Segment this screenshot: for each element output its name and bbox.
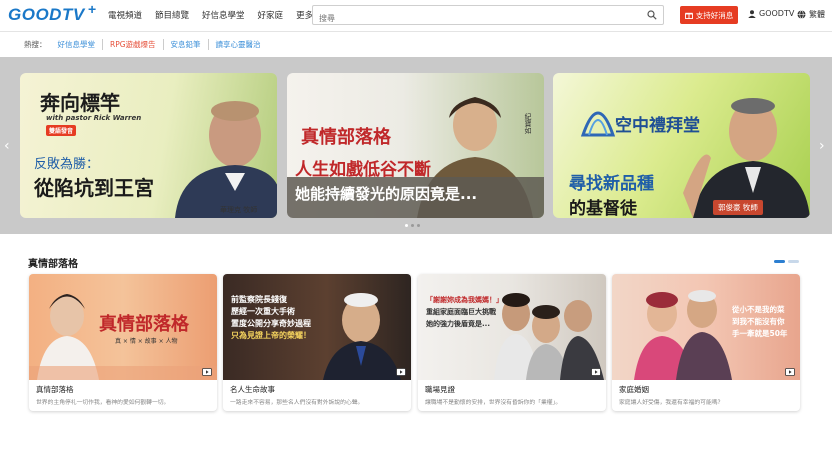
- top-header: GOODTV+ 電視頻道 節目總覽 好信息學堂 好家庭 更多 支持好消息 GOO…: [0, 0, 832, 32]
- support-label: 支持好消息: [695, 10, 734, 20]
- slide-logo-sub: with pastor Rick Warren: [46, 114, 142, 122]
- card-overlay-lines: 「謝謝妳成為我媽媽！」 重組家庭面臨巨大挑戰 她的強力後盾竟是...: [426, 294, 503, 330]
- search-input[interactable]: [313, 9, 633, 28]
- hot-link-healing[interactable]: 讀享心靈醫治: [209, 39, 268, 50]
- card-description: 世界的主角停礼一切作我，看神的愛如何觀轉一切。: [36, 400, 170, 406]
- language-switch[interactable]: 繁體: [797, 9, 825, 20]
- carousel-dot[interactable]: [405, 224, 408, 227]
- carousel-prev-icon[interactable]: ‹: [4, 138, 10, 154]
- search-box: [312, 5, 664, 28]
- section-title: 真情部落格: [28, 259, 78, 270]
- card-overlay-lines: 從小不是我的菜 到我不能沒有你 手一牽就是50年: [732, 304, 787, 340]
- slide-side-text: 紀寶如: [524, 113, 532, 134]
- overlay-line: 只為見證上帝的榮耀！: [231, 331, 311, 340]
- nav-item-school[interactable]: 好信息學堂: [202, 9, 245, 21]
- main-nav: 電視頻道 節目總覽 好信息學堂 好家庭 更多: [108, 9, 326, 21]
- video-icon: [396, 368, 406, 376]
- overlay-line: 到我不能沒有你: [732, 317, 785, 326]
- slide-line1: 反敗為勝：: [34, 157, 100, 172]
- hot-search-label: 熱搜：: [24, 40, 47, 49]
- card-thumbnail: 「謝謝妳成為我媽媽！」 重組家庭面臨巨大挑戰 她的強力後盾竟是...: [418, 274, 606, 380]
- slide-line2: 從陷坑到王宮: [34, 176, 154, 200]
- logo-text: GOODTV: [8, 5, 85, 24]
- hot-link-school[interactable]: 好信息學堂: [51, 39, 103, 50]
- overlay-line: 「謝謝妳成為我媽媽！」: [426, 296, 503, 304]
- slide-logo-title: 空中禮拜堂: [615, 116, 700, 136]
- slide-line2: 的基督徒: [569, 199, 637, 218]
- pager-dot[interactable]: [774, 260, 785, 263]
- program-card[interactable]: 「謝謝妳成為我媽媽！」 重組家庭面臨巨大挑戰 她的強力後盾竟是... 職場見證 …: [418, 274, 606, 411]
- gift-icon: [684, 12, 693, 19]
- carousel-dot[interactable]: [417, 224, 420, 227]
- program-card[interactable]: 前監察院長錢復 歷經一次重大手術 置度公開分享奇妙過程 只為見證上帝的榮耀！ 名…: [223, 274, 411, 411]
- hero-carousel: ‹ › 奔向標竿 with pastor Rick Warren 雙語發音 反敗…: [0, 57, 832, 234]
- slide-caption: 郭俊豪 牧師: [713, 200, 763, 215]
- bilingual-badge: 雙語發音: [46, 125, 77, 136]
- card-description: 讓職場不是勤懷的安排，世界沒有昏訴你的「業權」。: [425, 400, 562, 406]
- nav-item-family[interactable]: 好家庭: [258, 9, 284, 21]
- video-icon: [202, 368, 212, 376]
- card-title: 真情部落格: [36, 385, 74, 394]
- carousel-dots: [405, 224, 420, 227]
- card-thumbnail: 前監察院長錢復 歷經一次重大手術 置度公開分享奇妙過程 只為見證上帝的榮耀！: [223, 274, 411, 380]
- language-label: 繁體: [809, 10, 825, 19]
- card-overlay-sub: 真 × 情 × 故事 × 人物: [115, 338, 178, 345]
- user-label: GOODTV: [759, 9, 795, 18]
- nav-item-tv-channel[interactable]: 電視頻道: [108, 9, 142, 21]
- card-title: 家庭婚姻: [619, 385, 649, 394]
- hot-link-rpg[interactable]: RPG遊戲爆告: [103, 39, 164, 50]
- slide-logo-title: 奔向標竿: [40, 91, 120, 115]
- overlay-line: 手一牽就是50年: [732, 329, 788, 338]
- slide-line1: 尋找新品種: [569, 174, 654, 194]
- video-icon: [591, 368, 601, 376]
- overlay-line: 置度公開分享奇妙過程: [231, 319, 311, 328]
- card-thumbnail: 真情部落格 真 × 情 × 故事 × 人物: [29, 274, 217, 380]
- nav-item-programs[interactable]: 節目總覽: [155, 9, 189, 21]
- overlay-line: 重組家庭面臨巨大挑戰: [426, 308, 496, 316]
- program-card[interactable]: 真情部落格 真 × 情 × 故事 × 人物 真情部落格 世界的主角停礼一切作我，…: [29, 274, 217, 411]
- overlay-line: 她的強力後盾竟是...: [426, 320, 490, 328]
- slide-caption: 華理克 牧師: [220, 206, 258, 214]
- user-menu[interactable]: GOODTV: [748, 9, 794, 18]
- support-button[interactable]: 支持好消息: [680, 6, 738, 24]
- pager-dot[interactable]: [788, 260, 799, 263]
- slide-line2: 她能持續發光的原因竟是...: [295, 185, 478, 203]
- card-title: 職場見證: [425, 385, 455, 394]
- carousel-slide[interactable]: 真情部落格 紀寶如 人生如戲低谷不斷 她能持續發光的原因竟是...: [287, 73, 544, 218]
- hot-search-bar: 熱搜： 好信息學堂 RPG遊戲爆告 安息鉛筆 讀享心靈醫治: [24, 39, 268, 50]
- overlay-line: 從小不是我的菜: [732, 305, 785, 314]
- carousel-slide[interactable]: 空中禮拜堂 尋找新品種 的基督徒 郭俊豪 牧師: [553, 73, 810, 218]
- user-icon: [748, 9, 756, 18]
- carousel-dot[interactable]: [411, 224, 414, 227]
- card-title: 名人生命故事: [230, 385, 275, 394]
- card-description: 家庭讓人好受傷，我還有幸福的可能嗎？: [619, 400, 724, 406]
- card-thumbnail: 從小不是我的菜 到我不能沒有你 手一牽就是50年: [612, 274, 800, 380]
- goodtv-logo[interactable]: GOODTV +: [8, 1, 96, 25]
- card-overlay-lines: 前監察院長錢復 歷經一次重大手術 置度公開分享奇妙過程 只為見證上帝的榮耀！: [231, 294, 311, 342]
- search-icon[interactable]: [647, 10, 657, 20]
- program-card[interactable]: 從小不是我的菜 到我不能沒有你 手一牽就是50年 家庭婚姻 家庭讓人好受傷，我還…: [612, 274, 800, 411]
- overlay-line: 前監察院長錢復: [231, 295, 287, 304]
- nav-item-more[interactable]: 更多: [296, 9, 313, 21]
- card-description: 一路走來不容易，那些名人們沒有對外訴說的心聲。: [230, 400, 364, 406]
- hot-link-pencil[interactable]: 安息鉛筆: [164, 39, 209, 50]
- card-overlay-title: 真情部落格: [99, 314, 189, 335]
- carousel-slide[interactable]: 奔向標竿 with pastor Rick Warren 雙語發音 反敗為勝： …: [20, 73, 277, 218]
- globe-icon: [797, 10, 806, 19]
- video-icon: [785, 368, 795, 376]
- slide-logo-title: 真情部落格: [301, 127, 391, 148]
- overlay-line: 歷經一次重大手術: [231, 307, 295, 316]
- carousel-next-icon[interactable]: ›: [819, 138, 825, 154]
- slide-line1: 人生如戲低谷不斷: [295, 160, 431, 180]
- logo-plus: +: [88, 1, 97, 17]
- section-pager: [774, 260, 799, 263]
